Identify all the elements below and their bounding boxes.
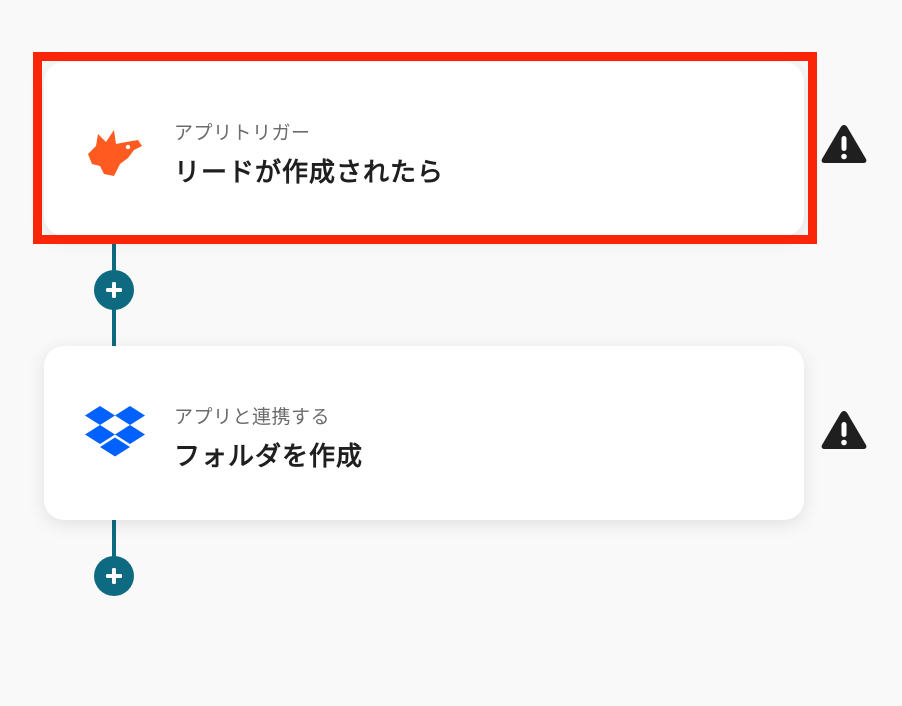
step-type-label: アプリトリガー: [174, 122, 311, 144]
warning-icon[interactable]: [820, 122, 868, 166]
step-type-label: アプリと連携する: [174, 406, 331, 428]
step-title: フォルダを作成: [174, 442, 364, 472]
add-step-button[interactable]: [94, 556, 134, 596]
add-step-button[interactable]: [94, 270, 134, 310]
plus-icon: [106, 282, 122, 298]
fox-icon: [84, 120, 146, 182]
step-card-trigger[interactable]: アプリトリガー リードが作成されたら: [44, 62, 804, 236]
plus-icon: [106, 568, 122, 584]
dropbox-icon: [84, 404, 146, 466]
step-card-action[interactable]: アプリと連携する フォルダを作成: [44, 346, 804, 520]
warning-icon[interactable]: [820, 408, 868, 452]
step-title: リードが作成されたら: [174, 158, 445, 188]
